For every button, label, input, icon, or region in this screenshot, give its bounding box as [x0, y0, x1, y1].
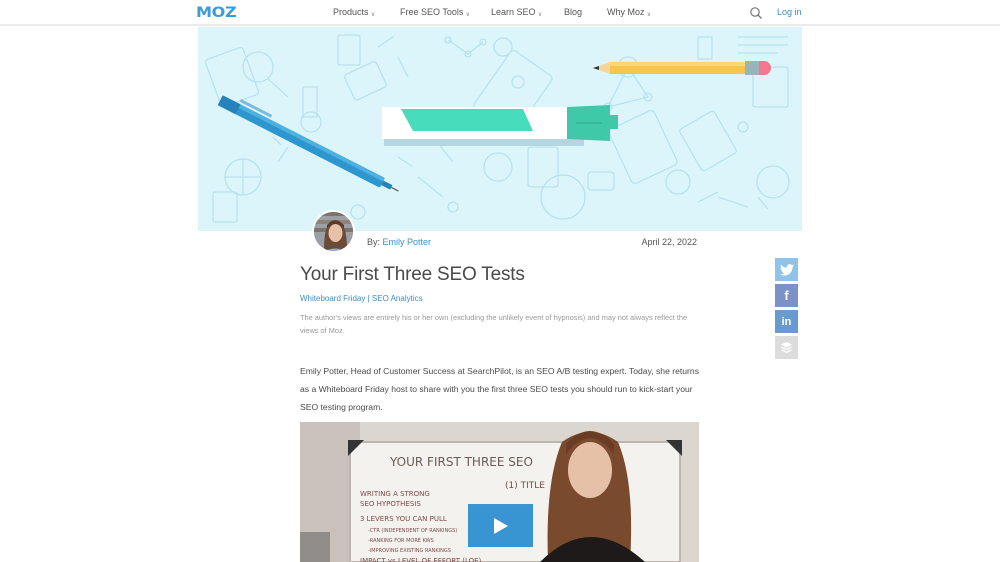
pencil-illustration: [593, 61, 771, 75]
twitter-icon: [779, 263, 794, 276]
top-navigation: MOZ Products v Free SEO Tools v Learn SEO v…: [0, 0, 1000, 26]
author-link[interactable]: Emily Potter: [383, 237, 432, 247]
play-button[interactable]: [468, 504, 533, 547]
hero-illustration: [198, 27, 802, 231]
whiteboard-title: YOUR FIRST THREE SEO: [389, 455, 533, 469]
whiteboard-line: IMPACT vs LEVEL OF EFFORT (LOE): [360, 557, 482, 562]
article-intro: Emily Potter, Head of Customer Success a…: [300, 366, 699, 412]
category-link[interactable]: Whiteboard Friday: [300, 294, 365, 303]
share-twitter-button[interactable]: [775, 258, 798, 281]
search-icon[interactable]: [749, 6, 763, 20]
whiteboard-line: WRITING A STRONG: [360, 490, 430, 498]
nav-blog[interactable]: Blog: [564, 7, 582, 17]
whiteboard-line: -RANKING FOR MORE KWS: [368, 538, 434, 544]
whiteboard-line: -IMPROVING EXISTING RANKINGS: [368, 548, 451, 554]
share-linkedin-button[interactable]: in: [775, 310, 798, 333]
nav-label: Free SEO Tools: [400, 7, 464, 17]
nav-label: Why Moz: [607, 7, 645, 17]
author-disclaimer: The author's views are entirely his or h…: [300, 313, 688, 335]
whiteboard-right: (1) TITLE: [505, 481, 545, 491]
buffer-icon: [780, 341, 793, 354]
nav-label: Products: [333, 7, 369, 17]
article-title: Your First Three SEO Tests: [300, 264, 525, 285]
byline: By: Emily Potter: [367, 237, 431, 247]
share-facebook-button[interactable]: f: [775, 284, 798, 307]
category-separator: |: [367, 294, 370, 303]
whiteboard-line: -CTR (INDEPENDENT OF RANKINGS): [368, 528, 457, 534]
nav-label: Blog: [564, 7, 583, 17]
facebook-icon: f: [784, 288, 789, 303]
publish-date: April 22, 2022: [641, 237, 697, 247]
blue-pen-illustration: [217, 95, 399, 192]
by-label: By:: [367, 237, 381, 247]
whiteboard-marker-illustration: [382, 105, 618, 146]
nav-why-moz[interactable]: Why Moz v: [607, 7, 651, 18]
linkedin-icon: in: [781, 315, 792, 328]
category-link[interactable]: SEO Analytics: [372, 294, 423, 303]
video-player[interactable]: YOUR FIRST THREE SEO WRITING A STRONG SE…: [300, 422, 699, 562]
whiteboard-line: SEO HYPOTHESIS: [360, 500, 421, 508]
nav-products[interactable]: Products v: [333, 7, 375, 18]
whiteboard-line: 3 LEVERS YOU CAN PULL: [360, 515, 447, 523]
play-icon: [493, 517, 508, 534]
nav-free-seo-tools[interactable]: Free SEO Tools v: [400, 7, 470, 18]
nav-learn-seo[interactable]: Learn SEO v: [491, 7, 542, 18]
login-link[interactable]: Log in: [777, 7, 802, 17]
chevron-down-icon: v: [538, 12, 542, 18]
chevron-down-icon: v: [466, 12, 470, 18]
nav-label: Learn SEO: [491, 7, 536, 17]
article-categories: Whiteboard Friday | SEO Analytics: [300, 294, 423, 303]
share-buffer-button[interactable]: [775, 336, 798, 359]
moz-logo[interactable]: MOZ: [196, 5, 237, 21]
chevron-down-icon: v: [371, 12, 375, 18]
author-avatar[interactable]: [312, 210, 355, 253]
chevron-down-icon: v: [647, 12, 651, 18]
